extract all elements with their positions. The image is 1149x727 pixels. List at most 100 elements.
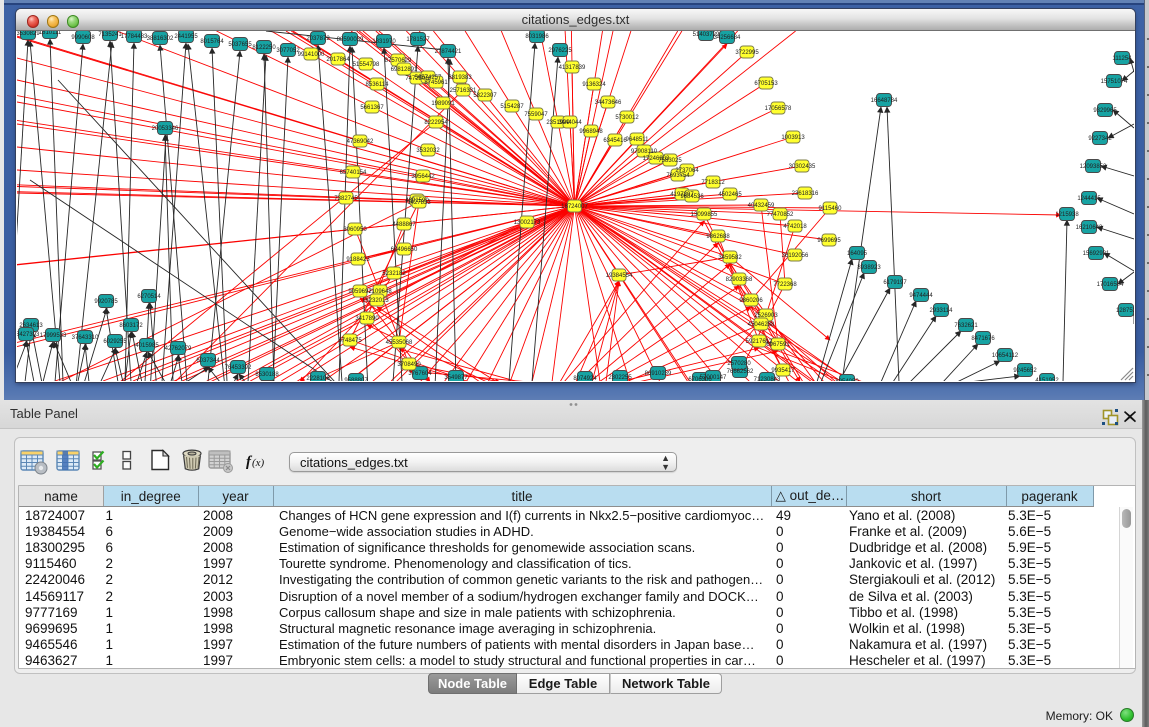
svg-text:9648511: 9648511 bbox=[626, 137, 650, 143]
svg-text:9935417: 9935417 bbox=[771, 368, 795, 374]
svg-text:45046288: 45046288 bbox=[748, 322, 775, 328]
svg-text:7109648: 7109648 bbox=[368, 289, 392, 295]
svg-text:6029255: 6029255 bbox=[103, 339, 127, 345]
svg-text:51554798: 51554798 bbox=[353, 62, 380, 68]
svg-text:4742018: 4742018 bbox=[783, 224, 807, 230]
svg-text:9920785: 9920785 bbox=[94, 299, 118, 305]
svg-text:8222954: 8222954 bbox=[424, 120, 448, 126]
svg-text:76453392: 76453392 bbox=[225, 365, 252, 371]
svg-text:8471676: 8471676 bbox=[971, 336, 995, 342]
svg-text:5037655: 5037655 bbox=[228, 42, 252, 48]
svg-text:3549877: 3549877 bbox=[444, 375, 468, 381]
svg-text:47369042: 47369042 bbox=[347, 139, 374, 145]
svg-text:5154287: 5154287 bbox=[500, 104, 524, 110]
svg-text:6705153: 6705153 bbox=[754, 81, 778, 87]
svg-text:34473646: 34473646 bbox=[595, 100, 622, 106]
svg-text:1989091: 1989091 bbox=[431, 101, 455, 107]
svg-text:20053346: 20053346 bbox=[152, 126, 179, 132]
svg-text:3708490: 3708490 bbox=[397, 362, 421, 368]
svg-text:6270514: 6270514 bbox=[137, 294, 161, 300]
svg-text:7632621: 7632621 bbox=[954, 323, 978, 329]
svg-text:10654112: 10654112 bbox=[992, 353, 1019, 359]
svg-text:8536114: 8536114 bbox=[366, 82, 390, 88]
svg-text:9968948: 9968948 bbox=[579, 129, 603, 135]
svg-text:99141000: 99141000 bbox=[298, 52, 325, 58]
svg-text:57000147: 57000147 bbox=[700, 375, 727, 381]
svg-text:97908110: 97908110 bbox=[631, 149, 658, 155]
svg-text:1003913: 1003913 bbox=[781, 135, 805, 141]
svg-text:9136324: 9136324 bbox=[582, 82, 606, 88]
svg-text:76662562: 76662562 bbox=[727, 369, 754, 375]
svg-text:2037872: 2037872 bbox=[306, 36, 330, 42]
svg-text:17016504: 17016504 bbox=[1097, 282, 1124, 288]
svg-text:13099855: 13099855 bbox=[691, 212, 718, 218]
svg-text:17784483: 17784483 bbox=[121, 34, 148, 40]
svg-text:9684536: 9684536 bbox=[680, 194, 704, 200]
svg-text:7718312: 7718312 bbox=[701, 180, 725, 186]
svg-text:2933114: 2933114 bbox=[930, 308, 954, 314]
svg-text:37643310: 37643310 bbox=[72, 335, 99, 341]
svg-text:1244415: 1244415 bbox=[1077, 196, 1101, 202]
svg-text:42762079: 42762079 bbox=[165, 346, 192, 352]
svg-text:17999533: 17999533 bbox=[40, 333, 67, 339]
svg-text:9699695: 9699695 bbox=[817, 238, 841, 244]
svg-text:8745961: 8745961 bbox=[424, 80, 448, 86]
svg-text:8074924: 8074924 bbox=[573, 376, 597, 381]
svg-text:3819383: 3819383 bbox=[448, 75, 472, 81]
svg-text:16648784: 16648784 bbox=[871, 98, 898, 104]
svg-text:18427393: 18427393 bbox=[17, 332, 40, 338]
svg-text:19384554: 19384554 bbox=[606, 273, 633, 279]
svg-text:111254: 111254 bbox=[1112, 56, 1132, 62]
svg-text:9588807: 9588807 bbox=[344, 378, 368, 381]
svg-text:77470852: 77470852 bbox=[767, 212, 794, 218]
svg-text:3060950: 3060950 bbox=[343, 227, 367, 233]
svg-text:2634613: 2634613 bbox=[19, 323, 43, 329]
svg-text:9474444: 9474444 bbox=[909, 293, 933, 299]
svg-text:8031986: 8031986 bbox=[525, 34, 549, 40]
svg-text:3532032: 3532032 bbox=[416, 148, 440, 154]
svg-text:41317839: 41317839 bbox=[559, 65, 586, 71]
svg-text:5661367: 5661367 bbox=[360, 105, 384, 111]
svg-text:3956442: 3956442 bbox=[411, 174, 435, 180]
svg-text:2737064: 2737064 bbox=[675, 168, 699, 174]
svg-text:23618316: 23618316 bbox=[792, 191, 819, 197]
svg-text:2302255: 2302255 bbox=[608, 375, 632, 381]
svg-text:8938923: 8938923 bbox=[857, 265, 881, 271]
svg-text:1215938: 1215938 bbox=[1055, 212, 1079, 218]
svg-text:4015985: 4015985 bbox=[135, 343, 159, 349]
svg-text:6967591: 6967591 bbox=[766, 342, 790, 348]
svg-text:65740154: 65740154 bbox=[340, 170, 367, 176]
svg-text:8954050: 8954050 bbox=[835, 379, 859, 381]
svg-text:6232013: 6232013 bbox=[365, 298, 389, 304]
svg-text:12093852: 12093852 bbox=[1080, 164, 1107, 170]
svg-text:3417890: 3417890 bbox=[355, 316, 379, 322]
svg-text:9227342: 9227342 bbox=[1088, 136, 1112, 142]
svg-text:15692921: 15692921 bbox=[1083, 251, 1110, 257]
svg-text:3444044: 3444044 bbox=[558, 120, 582, 126]
svg-text:34256684: 34256684 bbox=[714, 35, 741, 41]
svg-text:69812891: 69812891 bbox=[391, 67, 418, 73]
svg-text:6748475: 6748475 bbox=[338, 338, 362, 344]
svg-text:9860206: 9860206 bbox=[739, 298, 763, 304]
svg-text:2441955: 2441955 bbox=[174, 34, 198, 40]
svg-text:16210643: 16210643 bbox=[1076, 225, 1103, 231]
svg-text:3767604: 3767604 bbox=[408, 371, 432, 377]
svg-text:3722995: 3722995 bbox=[735, 50, 759, 56]
svg-text:17056578: 17056578 bbox=[765, 106, 792, 112]
svg-text:1781527: 1781527 bbox=[406, 37, 430, 43]
svg-text:9059692: 9059692 bbox=[348, 289, 372, 295]
svg-text:60496650: 60496650 bbox=[391, 247, 418, 253]
svg-text:2570280: 2570280 bbox=[727, 361, 751, 367]
svg-text:8603172: 8603172 bbox=[119, 323, 143, 329]
svg-text:45535068: 45535068 bbox=[386, 340, 413, 346]
svg-text:71230843: 71230843 bbox=[754, 377, 781, 381]
svg-text:40432459: 40432459 bbox=[748, 203, 775, 209]
svg-text:2228106: 2228106 bbox=[306, 376, 330, 381]
svg-text:9329965: 9329965 bbox=[1093, 108, 1117, 114]
svg-text:164095: 164095 bbox=[847, 251, 868, 257]
svg-text:2526903: 2526903 bbox=[754, 313, 778, 319]
svg-text:82903368: 82903368 bbox=[726, 277, 753, 283]
svg-text:9990608: 9990608 bbox=[71, 35, 95, 41]
svg-text:1831970: 1831970 bbox=[372, 39, 396, 45]
svg-text:18724007: 18724007 bbox=[561, 204, 588, 210]
